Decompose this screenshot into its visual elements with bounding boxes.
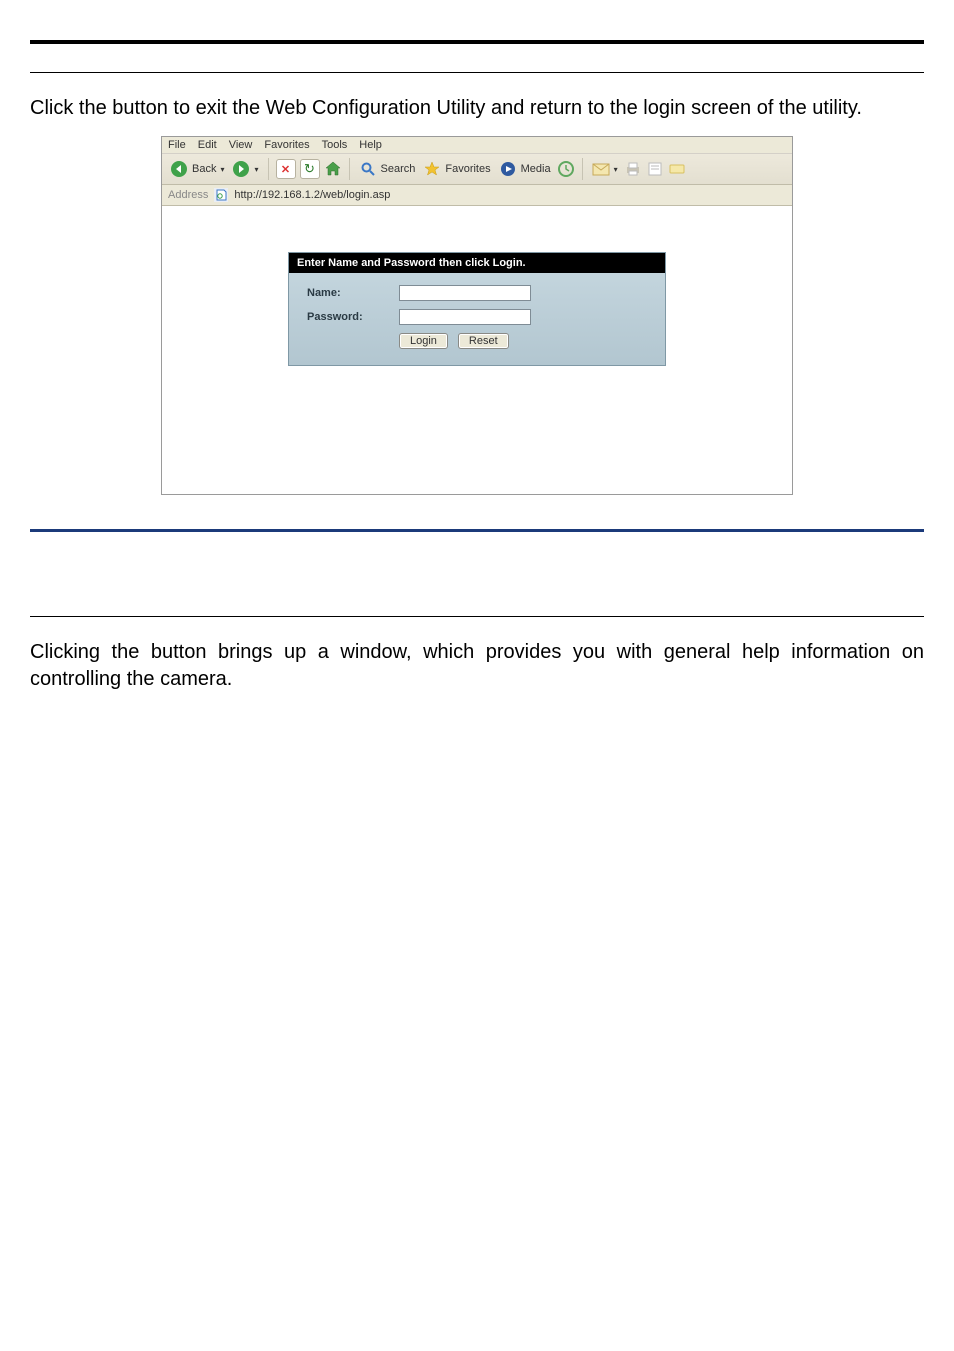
menu-tools[interactable]: Tools [322,139,348,151]
login-button[interactable]: Login [399,333,448,349]
mail-button[interactable]: ▾ [590,159,620,179]
rule-thick-top [30,40,924,44]
address-label: Address [168,189,208,201]
discuss-icon[interactable] [668,160,686,178]
page-body: Enter Name and Password then click Login… [162,206,792,494]
print-icon[interactable] [624,160,642,178]
login-card: Enter Name and Password then click Login… [288,252,666,366]
favorites-icon [423,160,441,178]
login-body: Name: Password: Login Reset [289,273,665,365]
back-label: Back [192,163,216,175]
chevron-down-icon: ▾ [220,165,224,174]
menubar: File Edit View Favorites Tools Help [162,137,792,154]
address-bar: Address http://192.168.1.2/web/login.asp [162,185,792,206]
forward-button[interactable]: ▾ [230,159,260,179]
separator [349,158,350,180]
menu-favorites[interactable]: Favorites [264,139,309,151]
media-button[interactable]: Media [497,159,553,179]
separator [582,158,583,180]
separator [268,158,269,180]
menu-edit[interactable]: Edit [198,139,217,151]
rule-blue [30,529,924,532]
edit-icon[interactable] [646,160,664,178]
reset-button[interactable]: Reset [458,333,509,349]
back-button[interactable]: Back ▾ [168,159,226,179]
name-label: Name: [307,287,399,299]
section1-paragraph: Click the button to exit the Web Configu… [30,95,924,122]
rule-thin-bottom [30,616,924,617]
chevron-down-icon: ▾ [614,165,618,174]
stop-icon[interactable]: ✕ [276,159,296,179]
menu-view[interactable]: View [229,139,253,151]
forward-icon [232,160,250,178]
media-icon [499,160,517,178]
rule-thin-top [30,72,924,73]
ie-window: File Edit View Favorites Tools Help Back… [161,136,793,495]
search-button[interactable]: Search [357,159,418,179]
favorites-button[interactable]: Favorites [421,159,492,179]
home-icon[interactable] [324,160,342,178]
page-icon [214,188,228,202]
search-icon [359,160,377,178]
address-url[interactable]: http://192.168.1.2/web/login.asp [234,189,390,201]
menu-file[interactable]: File [168,139,186,151]
search-label: Search [381,163,416,175]
section2-paragraph: Clicking the button brings up a window, … [30,639,924,693]
history-icon[interactable] [557,160,575,178]
name-field[interactable] [399,285,531,301]
menu-help[interactable]: Help [359,139,382,151]
refresh-icon[interactable]: ↻ [300,159,320,179]
chevron-down-icon: ▾ [254,165,258,174]
back-icon [170,160,188,178]
mail-icon [592,160,610,178]
login-header: Enter Name and Password then click Login… [289,253,665,273]
toolbar: Back ▾ ▾ ✕ ↻ Search [162,154,792,185]
password-label: Password: [307,311,399,323]
ie-screenshot: File Edit View Favorites Tools Help Back… [30,136,924,495]
media-label: Media [521,163,551,175]
favorites-label: Favorites [445,163,490,175]
password-field[interactable] [399,309,531,325]
